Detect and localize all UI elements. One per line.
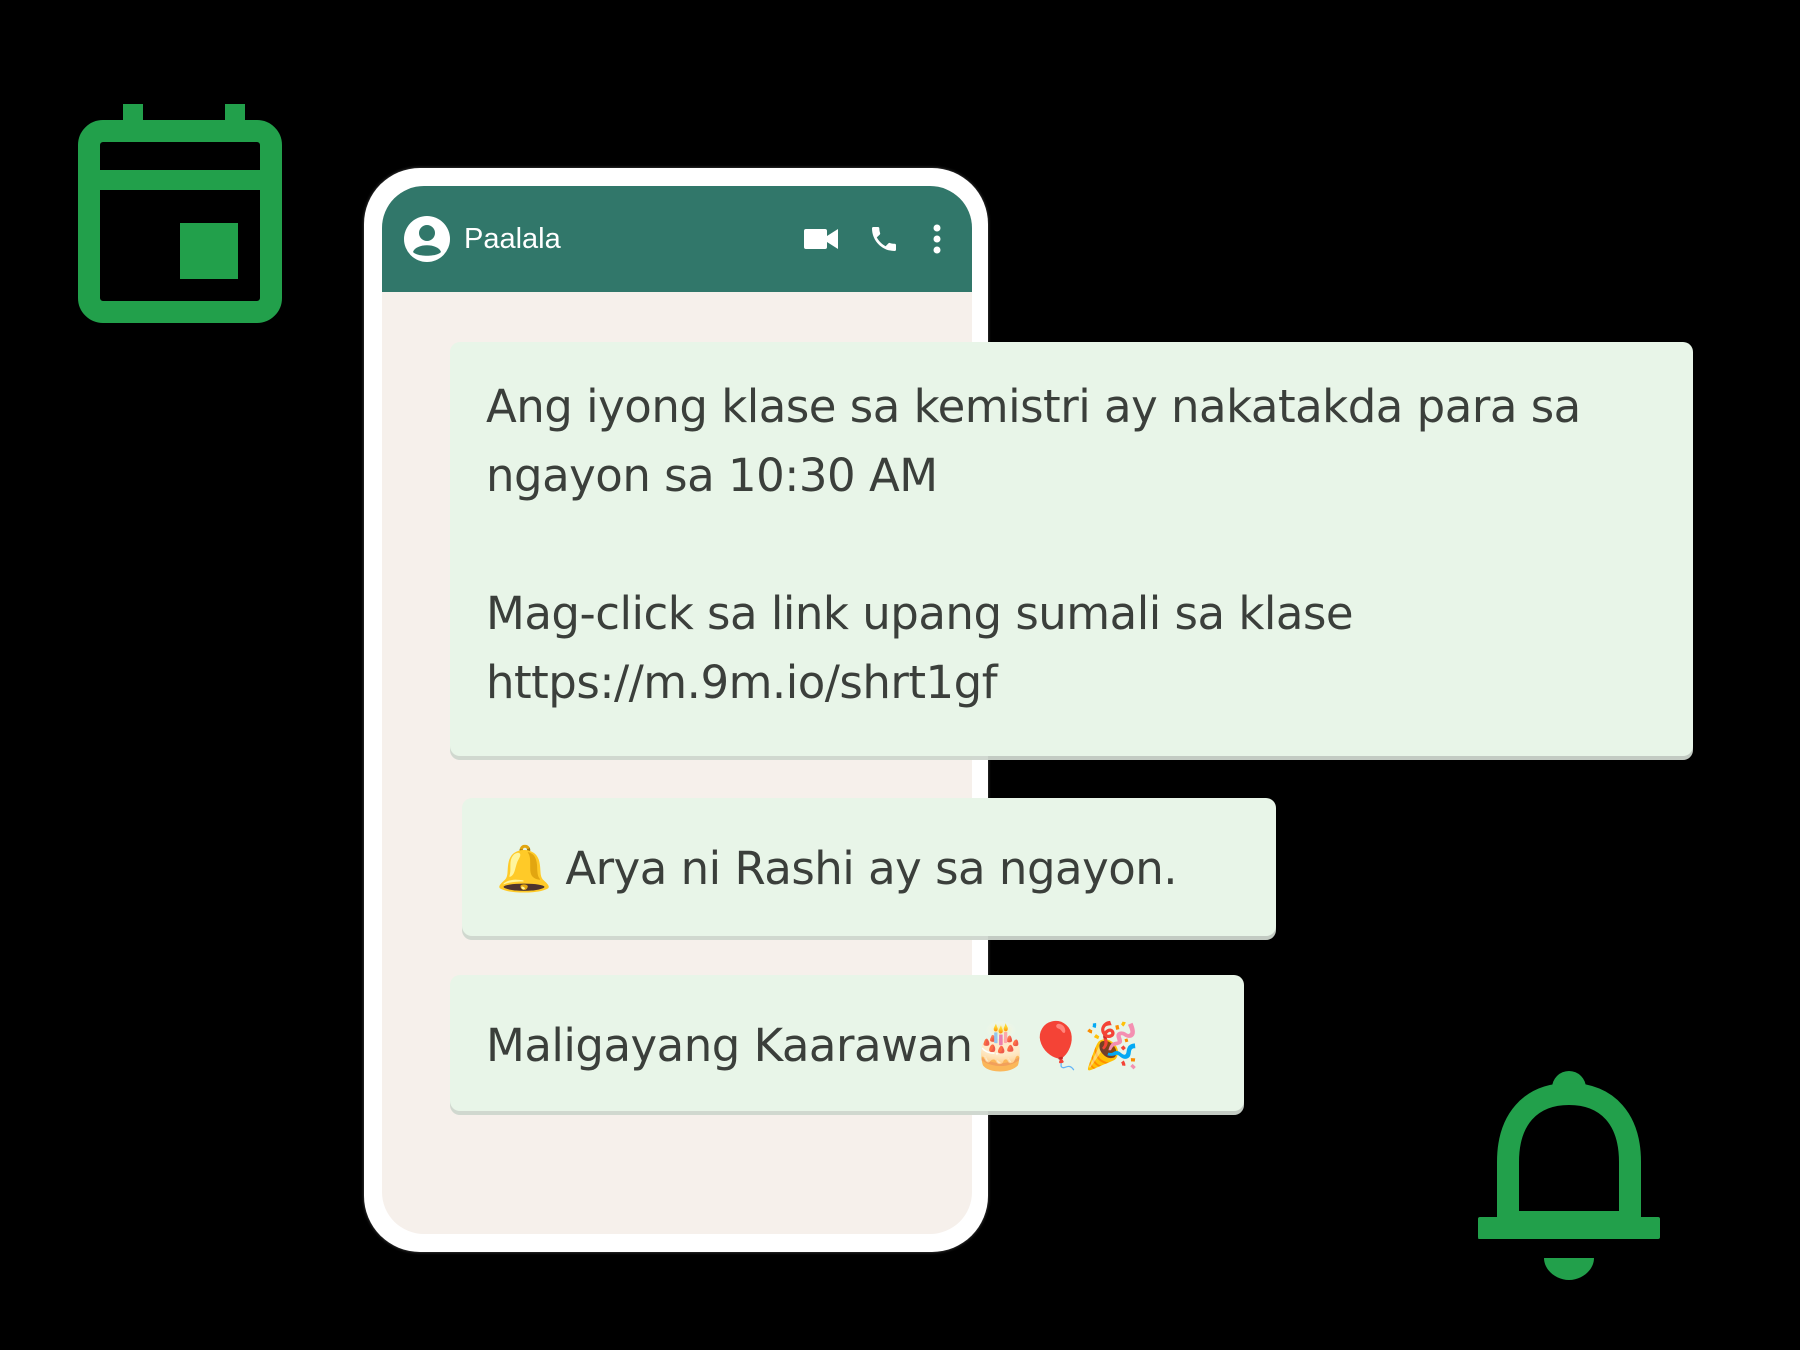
bell-emoji: 🔔: [496, 842, 552, 895]
message-text: Ang iyong klase sa kemistri ay nakatakda…: [486, 380, 1595, 502]
message-link-text[interactable]: Mag-click sa link upang sumali sa klase …: [486, 579, 1673, 717]
bell-icon: [1478, 1070, 1660, 1282]
chat-header: Paalala: [382, 186, 972, 292]
celebration-emoji: 🎂🎈🎉: [972, 1019, 1140, 1072]
message-text: Arya ni Rashi ay sa ngayon.: [565, 842, 1178, 895]
video-camera-icon[interactable]: [802, 220, 840, 258]
message-text: Maligayang Kaarawan: [486, 1019, 973, 1072]
user-avatar-icon[interactable]: [404, 216, 450, 262]
message-bubble: Maligayang Kaarawan🎂🎈🎉: [450, 975, 1244, 1111]
more-vertical-icon[interactable]: [930, 221, 944, 257]
contact-name[interactable]: Paalala: [464, 223, 802, 256]
message-bubble: Ang iyong klase sa kemistri ay nakatakda…: [450, 342, 1693, 756]
message-bubble: 🔔 Arya ni Rashi ay sa ngayon.: [462, 798, 1276, 936]
calendar-icon: [78, 104, 282, 324]
phone-icon[interactable]: [866, 221, 902, 257]
